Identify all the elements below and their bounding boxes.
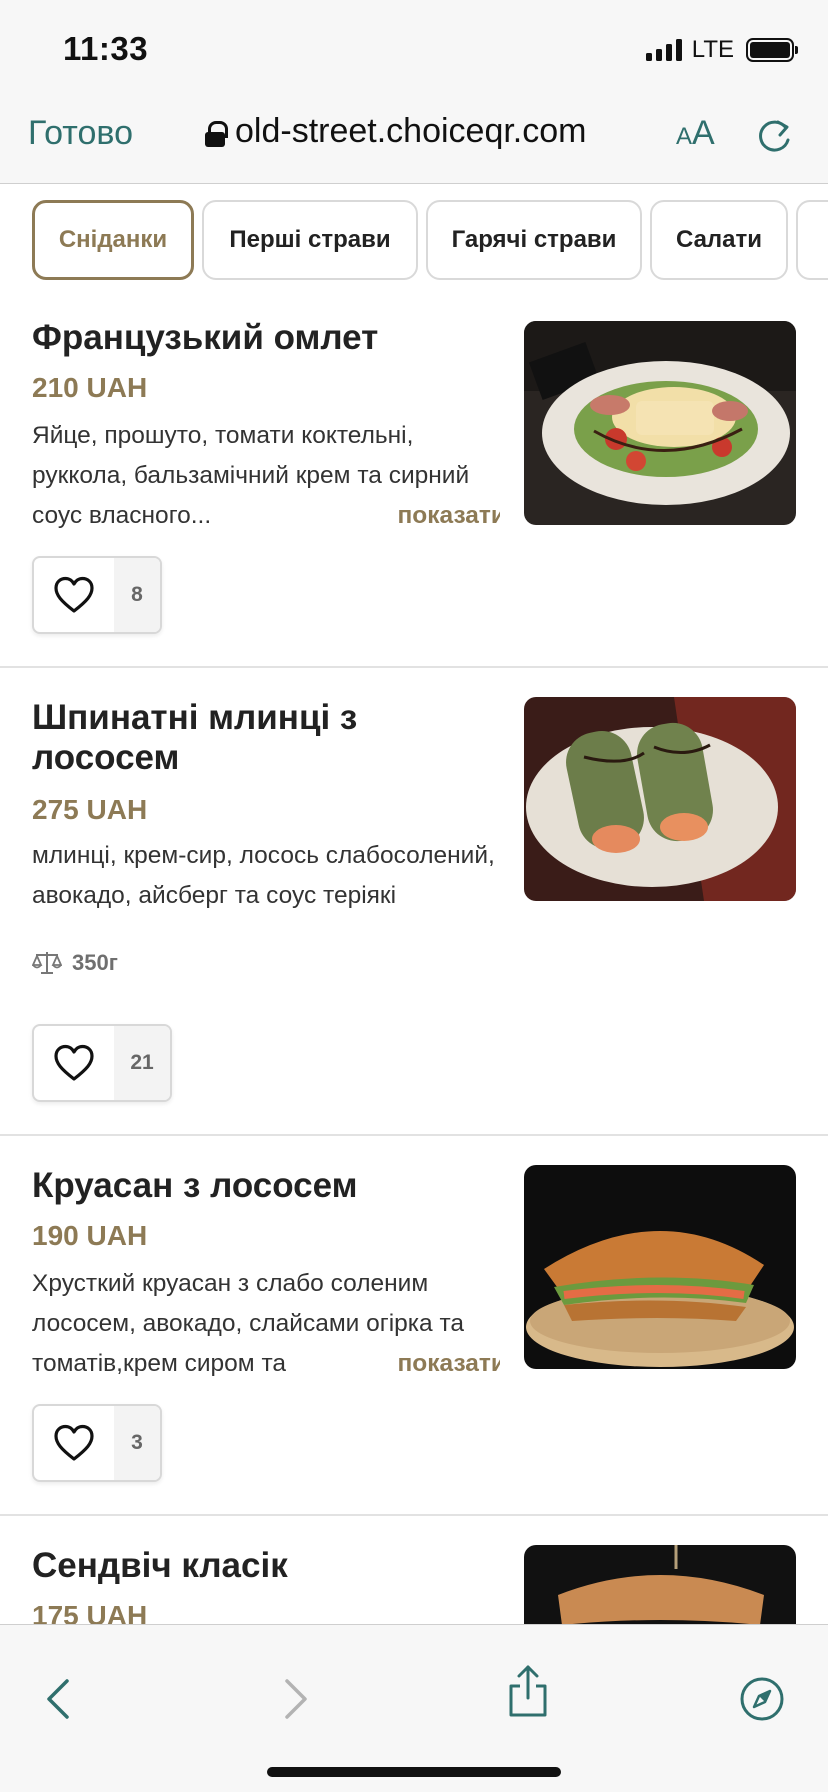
signal-icon bbox=[645, 39, 682, 61]
network-label: LTE bbox=[691, 36, 734, 63]
compass-icon bbox=[740, 1677, 784, 1721]
like-count: 21 bbox=[114, 1026, 170, 1100]
item-description: млинці, крем-сир, лосось слабосолений, а… bbox=[32, 842, 495, 909]
item-price: 175 UAH bbox=[32, 1600, 148, 1624]
back-button[interactable] bbox=[34, 1675, 82, 1723]
item-price: 275 UAH bbox=[32, 794, 148, 825]
home-indicator[interactable] bbox=[267, 1767, 561, 1777]
status-indicators: LTE bbox=[645, 36, 798, 64]
like-button[interactable]: 8 bbox=[32, 556, 162, 634]
url-text: old-street.choiceqr.com bbox=[235, 112, 587, 150]
share-button[interactable] bbox=[504, 1665, 552, 1717]
like-button[interactable]: 21 bbox=[32, 1024, 172, 1102]
tab-salads[interactable]: Салати bbox=[650, 200, 788, 280]
menu-item[interactable]: Шпинатні млинці з лососем 275 UAH млинці… bbox=[0, 668, 828, 1136]
lock-icon bbox=[205, 120, 228, 147]
address-bar[interactable]: old-street.choiceqr.com bbox=[205, 112, 587, 151]
text-size-large-glyph: A bbox=[692, 114, 715, 152]
weight-value: 350г bbox=[72, 950, 118, 975]
croissant-photo[interactable] bbox=[524, 1165, 796, 1369]
like-button[interactable]: 3 bbox=[32, 1404, 162, 1482]
status-time: 11:33 bbox=[63, 30, 149, 67]
item-price: 210 UAH bbox=[32, 372, 148, 403]
heart-icon bbox=[34, 558, 114, 632]
like-count: 8 bbox=[114, 558, 160, 632]
menu-item[interactable]: Круасан з лососем 190 UAH Хрусткий круас… bbox=[0, 1136, 828, 1516]
reload-icon bbox=[759, 120, 790, 152]
menu-list: Французький омлет 210 UAH Яйце, прошуто,… bbox=[0, 296, 828, 1624]
item-title: Шпинатні млинці з лососем bbox=[32, 698, 358, 777]
battery-icon bbox=[746, 38, 798, 62]
category-tabs: Сніданки Перші страви Гарячі страви Сала… bbox=[0, 184, 828, 296]
item-title: Французький омлет bbox=[32, 318, 379, 357]
reload-button[interactable] bbox=[756, 116, 794, 156]
tab-hot-dishes[interactable]: Гарячі страви bbox=[426, 200, 642, 280]
show-more-link[interactable]: показати bbox=[398, 496, 501, 536]
like-count: 3 bbox=[114, 1406, 160, 1480]
show-more-link[interactable]: показати bbox=[398, 1344, 501, 1384]
safari-button[interactable] bbox=[738, 1675, 786, 1723]
scale-icon bbox=[32, 952, 62, 974]
text-size-button[interactable]: AA bbox=[676, 114, 715, 153]
browser-toolbar bbox=[0, 1624, 828, 1792]
menu-item[interactable]: Французький омлет 210 UAH Яйце, прошуто,… bbox=[0, 296, 828, 668]
sandwich-photo[interactable] bbox=[524, 1545, 796, 1624]
omelette-photo[interactable] bbox=[524, 321, 796, 525]
text-size-small-glyph: A bbox=[676, 123, 693, 150]
chevron-left-icon bbox=[47, 1679, 69, 1719]
tab-breakfast[interactable]: Сніданки bbox=[32, 200, 194, 280]
item-price: 190 UAH bbox=[32, 1220, 148, 1251]
forward-button[interactable] bbox=[272, 1675, 320, 1723]
item-description: Яйце, прошуто, томати коктельні, руккола… bbox=[32, 416, 500, 536]
item-title: Круасан з лососем bbox=[32, 1166, 358, 1205]
tab-next-category[interactable] bbox=[796, 200, 828, 280]
heart-icon bbox=[34, 1406, 114, 1480]
tab-first-courses[interactable]: Перші страви bbox=[202, 200, 418, 280]
item-description: Хрусткий круасан з слабо соленим лососем… bbox=[32, 1264, 500, 1384]
heart-icon bbox=[34, 1026, 114, 1100]
item-title: Сендвіч класік bbox=[32, 1546, 288, 1585]
chevron-right-icon bbox=[285, 1679, 307, 1719]
done-button[interactable]: Готово bbox=[28, 114, 133, 153]
item-weight: 350г bbox=[32, 950, 118, 976]
status-bar: 11:33 LTE bbox=[0, 0, 828, 96]
share-icon bbox=[509, 1665, 547, 1717]
spinach-pancakes-photo[interactable] bbox=[524, 697, 796, 901]
browser-nav-bar: Готово old-street.choiceqr.com AA bbox=[0, 96, 828, 184]
menu-item[interactable]: Сендвіч класік 175 UAH bbox=[0, 1516, 828, 1624]
